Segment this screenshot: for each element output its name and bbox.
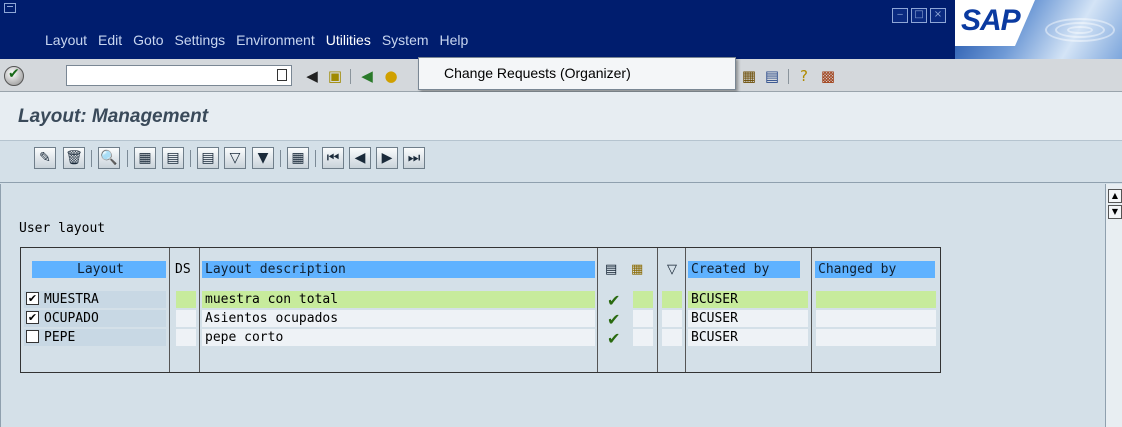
first-page-icon[interactable]: ⏮ (322, 147, 344, 169)
column-header-created-by[interactable]: Created by (688, 261, 800, 278)
changed-by-cell[interactable] (816, 310, 936, 327)
main-menu: Layout Edit Goto Settings Environment Ut… (45, 32, 479, 48)
changed-by-cell[interactable] (816, 329, 936, 346)
menu-item-change-requests[interactable]: Change Requests (Organizer) (444, 65, 631, 81)
ds-cell (176, 310, 196, 327)
save-icon[interactable]: ▣ (326, 67, 344, 85)
menu-system[interactable]: System (382, 32, 429, 48)
print-icon[interactable]: ▤ (197, 147, 219, 169)
column-header-changed-by[interactable]: Changed by (815, 261, 935, 278)
sap-logo-text: SAP (961, 4, 1021, 37)
sort-cell (633, 291, 653, 308)
previous-page-icon[interactable]: ◀ (349, 147, 371, 169)
layout-cell[interactable]: OCUPADO (24, 310, 166, 327)
delete-icon[interactable]: 🗑 (63, 147, 85, 169)
created-by-cell[interactable]: BCUSER (688, 291, 808, 308)
print-check-icon: ✔ (607, 291, 621, 310)
sort-icon[interactable]: ▽ (224, 147, 246, 169)
last-page-icon[interactable]: ⏭ (403, 147, 425, 169)
ds-cell (176, 329, 196, 346)
filter-column-icon[interactable]: ▽ (667, 261, 677, 278)
window-controls: ‒ □ × (892, 8, 946, 23)
deselect-all-icon[interactable]: ▤ (162, 147, 184, 169)
row-checkbox[interactable]: ✔ (26, 292, 39, 305)
scroll-up-icon[interactable]: ▲ (1108, 189, 1122, 203)
layout-cell[interactable]: MUESTRA (24, 291, 166, 308)
column-header-layout[interactable]: Layout (32, 261, 166, 278)
filter-cell (662, 329, 682, 346)
next-page-icon[interactable]: ▶ (376, 147, 398, 169)
print-check-icon: ✔ (607, 310, 621, 329)
description-cell[interactable]: Asientos ocupados (202, 310, 595, 327)
enter-icon[interactable] (4, 66, 24, 86)
description-cell[interactable]: pepe corto (202, 329, 595, 346)
back-icon[interactable]: ◀ (358, 67, 376, 85)
sort-cell (633, 329, 653, 346)
content-area: User layout Layout DS Layout description… (0, 184, 1122, 427)
column-header-description[interactable]: Layout description (202, 261, 595, 278)
system-menu-icon[interactable] (4, 3, 16, 13)
collapse-arrow-icon[interactable]: ◀ (303, 67, 321, 85)
command-field[interactable] (66, 65, 292, 86)
create-session-icon[interactable]: ▦ (740, 67, 758, 85)
description-cell[interactable]: muestra con total (202, 291, 595, 308)
filter-cell (662, 310, 682, 327)
filter-icon[interactable]: ▼ (252, 147, 274, 169)
sap-logo: SAP (955, 0, 1122, 59)
application-toolbar: ✎ 🗑 🔍 ▦ ▤ ▤ ▽ ▼ ▦ ⏮ ◀ ▶ ⏭ (0, 141, 1122, 183)
changed-by-cell[interactable] (816, 291, 936, 308)
layout-table: Layout DS Layout description ▤ ▦ ▽ Creat… (20, 247, 941, 373)
details-icon[interactable]: 🔍 (98, 147, 120, 169)
user-layout-label: User layout (19, 221, 106, 236)
maximize-button[interactable]: □ (911, 8, 927, 23)
sort-column-icon[interactable]: ▦ (631, 261, 643, 278)
row-checkbox[interactable]: ✔ (26, 311, 39, 324)
filter-cell (662, 291, 682, 308)
menu-utilities[interactable]: Utilities (326, 32, 371, 48)
layout-grid-icon[interactable]: ▦ (287, 147, 309, 169)
menu-edit[interactable]: Edit (98, 32, 122, 48)
menu-help[interactable]: Help (440, 32, 469, 48)
ds-cell (176, 291, 196, 308)
shortcut-icon[interactable]: ▤ (763, 67, 781, 85)
change-icon[interactable]: ✎ (34, 147, 56, 169)
row-checkbox[interactable] (26, 330, 39, 343)
menu-layout[interactable]: Layout (45, 32, 87, 48)
print-check-icon: ✔ (607, 329, 621, 348)
close-button[interactable]: × (930, 8, 946, 23)
created-by-cell[interactable]: BCUSER (688, 329, 808, 346)
customize-layout-icon[interactable]: ▩ (819, 67, 837, 85)
sort-cell (633, 310, 653, 327)
utilities-dropdown: Change Requests (Organizer) (418, 57, 736, 90)
scroll-down-icon[interactable]: ▼ (1108, 205, 1122, 219)
column-header-ds[interactable]: DS (173, 261, 201, 278)
menu-settings[interactable]: Settings (175, 32, 226, 48)
exit-icon[interactable]: ● (382, 67, 400, 85)
created-by-cell[interactable]: BCUSER (688, 310, 808, 327)
print-column-icon[interactable]: ▤ (605, 261, 617, 278)
history-dropdown-icon[interactable] (277, 69, 287, 81)
menu-environment[interactable]: Environment (236, 32, 315, 48)
layout-cell[interactable]: PEPE (24, 329, 166, 346)
menu-bar: Layout Edit Goto Settings Environment Ut… (0, 0, 1122, 59)
minimize-button[interactable]: ‒ (892, 8, 908, 23)
help-icon[interactable]: ? (795, 67, 813, 85)
menu-goto[interactable]: Goto (133, 32, 163, 48)
page-title: Layout: Management (18, 106, 209, 127)
title-area: Layout: Management (0, 92, 1122, 141)
select-all-icon[interactable]: ▦ (134, 147, 156, 169)
vertical-scrollbar[interactable]: ▲ ▼ (1105, 184, 1122, 427)
